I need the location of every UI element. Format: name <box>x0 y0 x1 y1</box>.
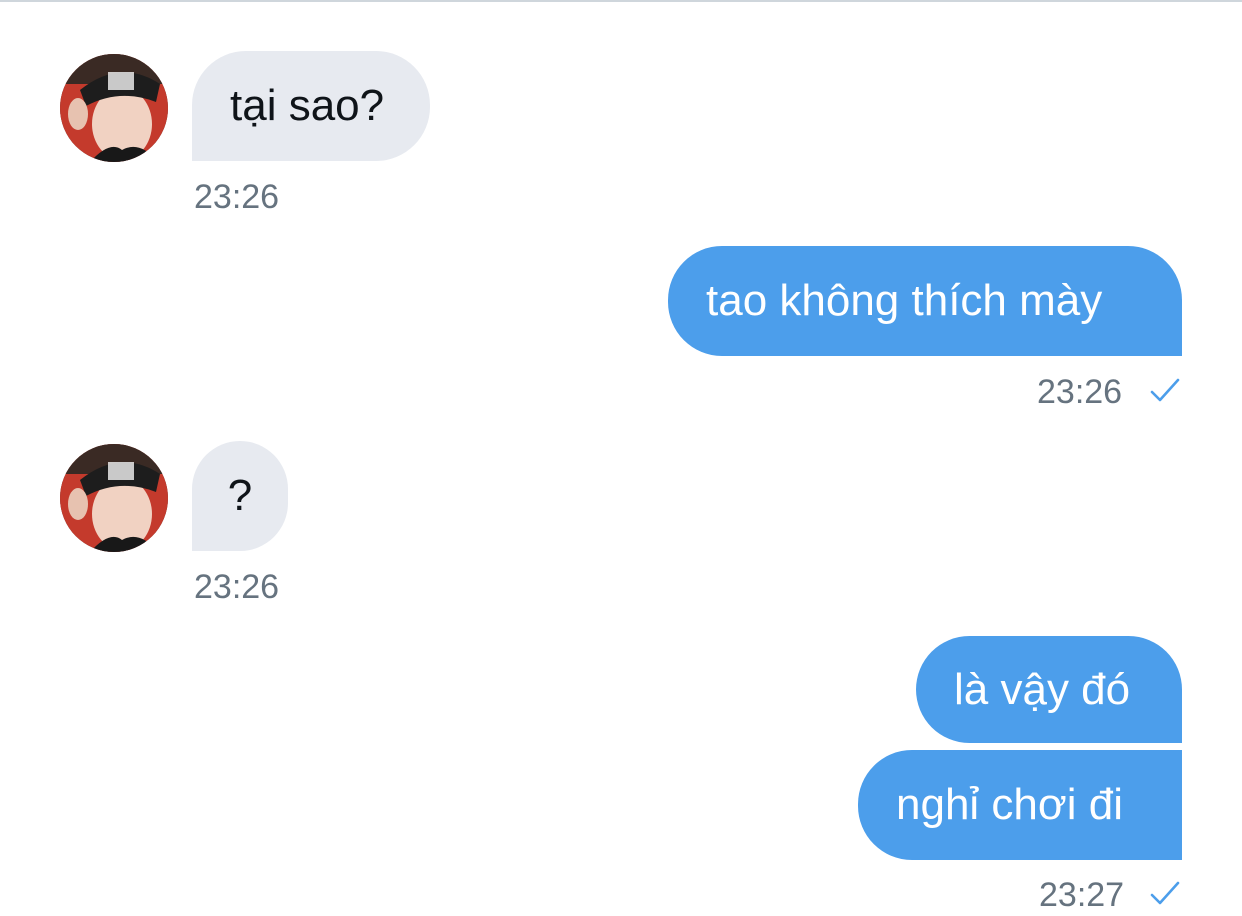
message-timestamp: 23:26 <box>194 568 280 606</box>
contact-avatar[interactable] <box>60 444 168 552</box>
checkmark-icon <box>1150 378 1180 402</box>
message-timestamp: 23:26 <box>194 178 280 216</box>
message-timestamp: 23:26 <box>1037 373 1123 411</box>
message-text: nghỉ chơi đi <box>896 780 1123 829</box>
avatar-photo-icon <box>60 444 168 552</box>
message-text: tại sao? <box>230 81 385 130</box>
checkmark-icon <box>1150 881 1180 905</box>
top-divider <box>0 0 1242 2</box>
message-text: là vậy đó <box>954 664 1131 714</box>
message-text: ? <box>227 471 253 520</box>
message-text: tao không thích mày <box>706 276 1103 325</box>
message-bubble-received[interactable]: tại sao? <box>192 51 430 161</box>
contact-avatar[interactable] <box>60 54 168 162</box>
message-bubble-received[interactable]: ? <box>192 441 288 551</box>
message-bubble-sent[interactable]: là vậy đó <box>916 636 1182 743</box>
message-timestamp: 23:27 <box>1039 876 1125 914</box>
message-bubble-sent[interactable]: tao không thích mày <box>668 246 1182 356</box>
message-bubble-sent[interactable]: nghỉ chơi đi <box>858 750 1182 860</box>
avatar-photo-icon <box>60 54 168 162</box>
